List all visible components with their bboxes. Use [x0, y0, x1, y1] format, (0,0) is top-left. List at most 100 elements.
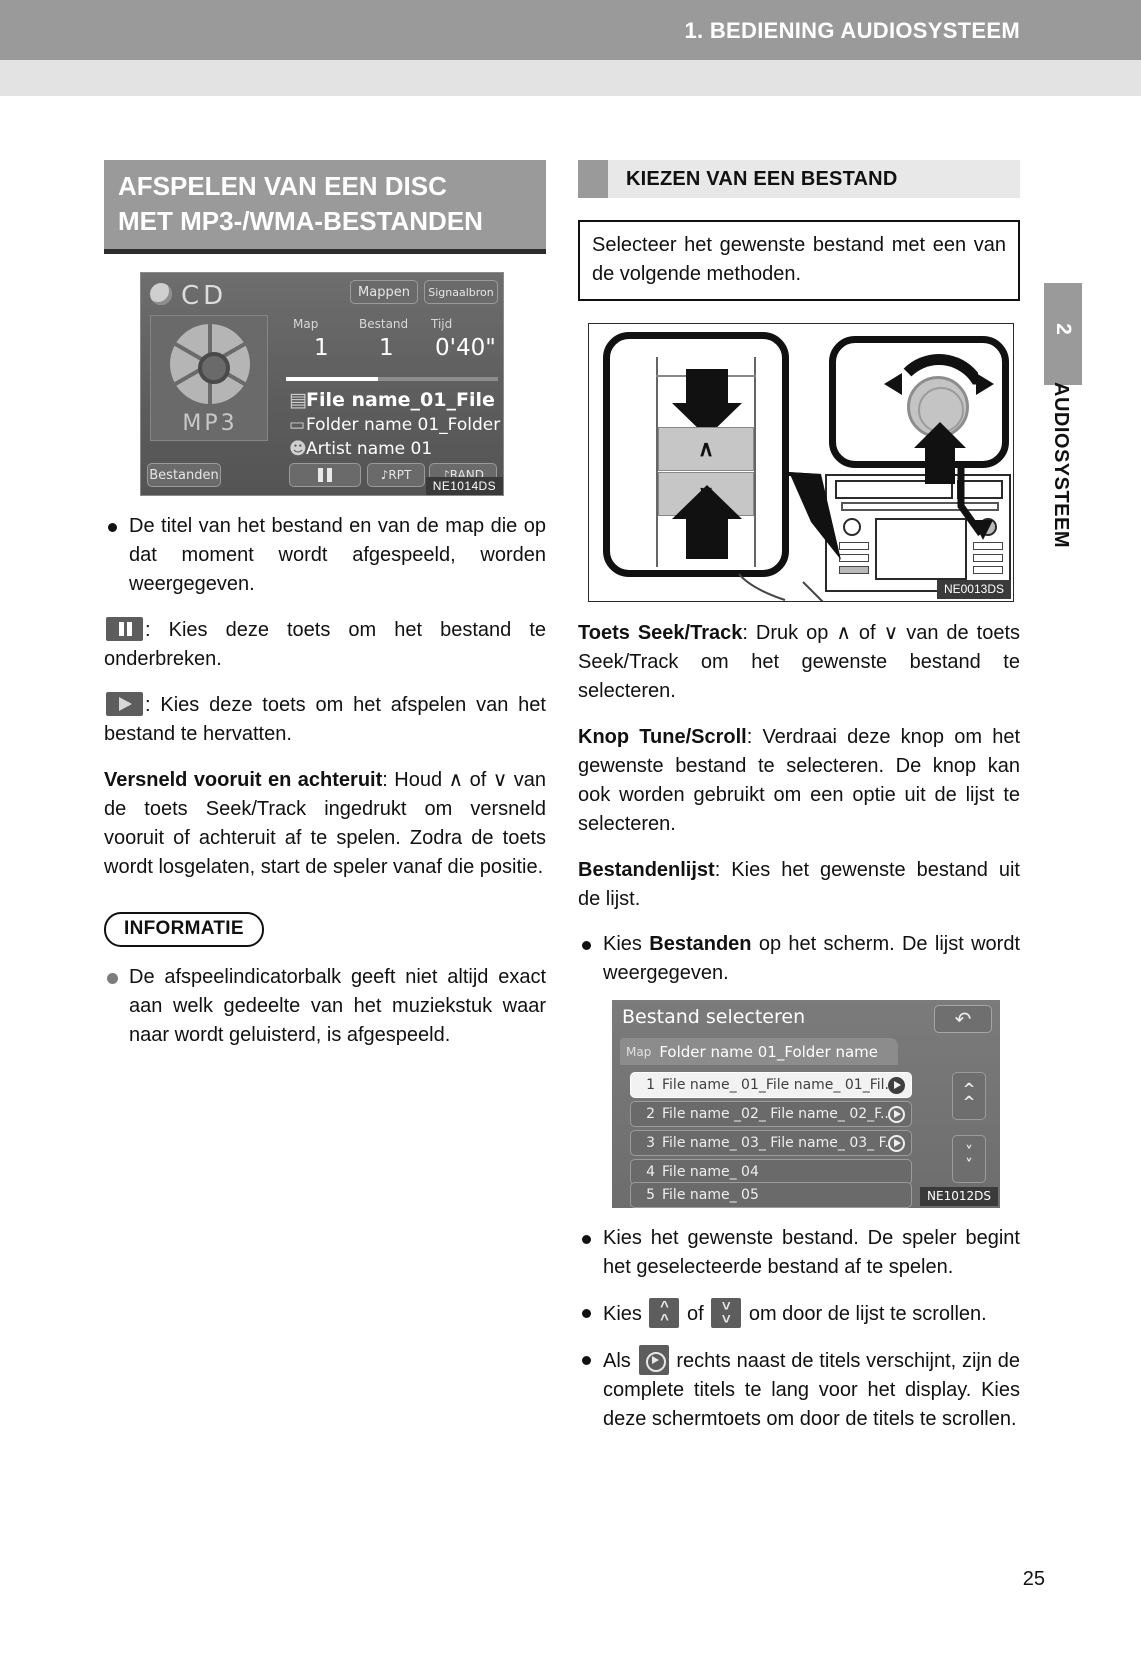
head-unit-folder-name: Folder name 01_Folder nam	[306, 415, 503, 435]
dash-keys-right	[973, 542, 1003, 582]
pause-icon	[318, 468, 332, 482]
playback-progress-fill	[286, 377, 378, 381]
bullet-scroll-pre: Kies	[603, 1303, 648, 1325]
seek-track-callout: ∧ ∨	[603, 332, 789, 577]
back-arrow-icon[interactable]: ↶	[934, 1005, 992, 1033]
intro-text: Selecteer het gewenste bestand met een v…	[592, 234, 1006, 285]
bullet-kies-pre: Kies	[603, 933, 650, 955]
scroll-down-icon: ˅ ˅	[711, 1298, 742, 1328]
scroll-up-icon[interactable]: ^ ^	[952, 1072, 986, 1120]
dash-knob-right	[979, 518, 997, 536]
dash-knob-left	[843, 518, 861, 536]
file-select-figure: Bestand selecteren ↶ Map Folder name 01_F…	[612, 1000, 1000, 1208]
list-item[interactable]: 3 File name_ 03_ File name_ 03_ F...	[630, 1130, 912, 1156]
bullet-arrow-pre: Als	[603, 1350, 637, 1372]
figure-code: NE1014DS	[425, 477, 503, 495]
right-column: KIEZEN VAN EEN BESTAND Selecteer het gew…	[578, 160, 1020, 1434]
dash-key	[839, 542, 869, 550]
dash-key	[973, 542, 1003, 550]
bullet-scroll-mid: of	[681, 1303, 710, 1325]
seek-up-button[interactable]: ∧	[658, 427, 754, 471]
seek-track-label: Toets Seek/Track	[578, 622, 743, 644]
dash-key	[973, 566, 1003, 574]
pause-icon	[106, 617, 143, 641]
subsection-title: KIEZEN VAN EEN BESTAND	[626, 167, 898, 190]
row-name: File name_ 01_File name_ 01_Fil...	[662, 1077, 888, 1093]
arrow-up-shaft-icon	[686, 517, 728, 559]
scroll-down-icon[interactable]: ˅ ˅	[952, 1135, 986, 1183]
dashboard-illustration	[825, 474, 1011, 592]
list-item[interactable]: 2 File name _02_ File name_ 02_F...	[630, 1101, 912, 1127]
scroll-title-arrow-icon[interactable]	[888, 1076, 905, 1094]
head-unit-signaalbron-button[interactable]: Signaalbron	[424, 280, 498, 304]
head-unit-rpt-button[interactable]: ♪ RPT	[367, 463, 425, 487]
file-list-instruction: Bestandenlijst: Kies het gewenste bestan…	[578, 856, 1020, 914]
scroll-title-arrow-icon	[638, 1345, 669, 1375]
play-instruction: : Kies deze toets om het afspelen van he…	[104, 691, 546, 749]
seek-track-panel: ∧ ∨	[656, 357, 756, 567]
informatie-list: De afspeelindicatorbalk geeft niet altij…	[104, 963, 546, 1050]
section-tab-number: 2	[1052, 323, 1075, 335]
section-title: AFSPELEN VAN EEN DISC MET MP3-/WMA-BESTA…	[104, 160, 546, 254]
head-unit-bestanden-button[interactable]: Bestanden	[147, 463, 221, 487]
head-unit-figure: CD Mappen Signaalbron MP3 Map Bestand Ti…	[140, 272, 504, 496]
head-unit-map-label: Map	[293, 317, 319, 331]
page-header-band: 1. BEDIENING AUDIOSYSTEEM	[0, 0, 1141, 60]
file-select-title: Bestand selecteren	[622, 1006, 806, 1028]
head-unit-source-label: CD	[181, 281, 228, 311]
row-number: 1	[646, 1077, 655, 1093]
list-item: Kies het gewenste bestand. De speler beg…	[578, 1224, 1020, 1282]
head-unit-file-name: File name_01_File na	[306, 389, 503, 411]
section-title-line1: AFSPELEN VAN EEN DISC	[118, 171, 447, 201]
row-name: File name _02_ File name_ 02_F...	[662, 1106, 888, 1122]
scroll-title-arrow-icon[interactable]	[888, 1134, 905, 1152]
list-item: De afspeelindicatorbalk geeft niet altij…	[104, 963, 546, 1050]
head-unit-mappen-button[interactable]: Mappen	[350, 280, 418, 304]
row-name: File name_ 05	[662, 1187, 759, 1203]
head-unit-pause-button[interactable]	[289, 463, 361, 487]
dash-disc-slot	[841, 502, 999, 511]
bullet-kies-bold: Bestanden	[649, 933, 752, 955]
list-item[interactable]: 1 File name_ 01_File name_ 01_Fil...	[630, 1072, 912, 1098]
dash-keys-left	[839, 542, 869, 582]
head-unit-file-row: ▤File name_01_File na	[289, 389, 503, 411]
row-name: File name_ 03_ File name_ 03_ F...	[662, 1135, 888, 1151]
dash-vent-right	[957, 480, 1003, 499]
head-unit-rpt-label: RPT	[388, 468, 412, 482]
tune-scroll-instruction: Knop Tune/Scroll: Verdraai deze knop om …	[578, 723, 1020, 839]
header-subband	[0, 60, 1141, 96]
pause-instruction: : Kies deze toets om het bestand te onde…	[104, 616, 546, 674]
scroll-up-icon: ^ ^	[649, 1298, 680, 1328]
chapter-title: 1. BEDIENING AUDIOSYSTEEM	[684, 18, 1020, 43]
folder-name: Folder name 01_Folder name	[659, 1042, 879, 1061]
subsection-header: KIEZEN VAN EEN BESTAND	[578, 160, 1020, 198]
list-item[interactable]: 5 File name_ 05	[630, 1182, 912, 1208]
tune-scroll-label: Knop Tune/Scroll	[578, 726, 747, 748]
artist-icon: ☻	[289, 439, 307, 459]
head-unit-tijd-value: 0'40"	[435, 335, 496, 361]
folder-map-label: Map	[626, 1044, 652, 1059]
row-name: File name_ 04	[662, 1164, 759, 1180]
subsection-swatch	[578, 160, 608, 198]
row-number: 5	[646, 1187, 655, 1203]
figure-code: NE1012DS	[920, 1187, 998, 1206]
list-item: Als rechts naast de titels verschijnt, z…	[578, 1345, 1020, 1434]
bullet-scroll-post: om door de lijst te scrollen.	[743, 1303, 987, 1325]
seek-track-instruction: Toets Seek/Track: Druk op ∧ of ∨ van de …	[578, 619, 1020, 706]
head-unit-artist-name: Artist name 01	[306, 439, 433, 459]
left-column: AFSPELEN VAN EEN DISC MET MP3-/WMA-BESTA…	[104, 160, 546, 1050]
dash-key	[973, 554, 1003, 562]
head-unit-map-value: 1	[314, 335, 329, 361]
play-instruction-text: : Kies deze toets om het afspelen van he…	[104, 694, 546, 745]
section-tab-box: 2	[1044, 283, 1082, 385]
pause-instruction-text: : Kies deze toets om het bestand te onde…	[104, 619, 546, 670]
play-icon	[106, 692, 143, 716]
page-number: 25	[1022, 1568, 1045, 1590]
row-number: 4	[646, 1164, 655, 1180]
scroll-title-arrow-icon[interactable]	[888, 1105, 905, 1123]
fast-forward-label: Versneld vooruit en achteruit	[104, 769, 383, 791]
head-unit-bestand-value: 1	[379, 335, 394, 361]
head-unit-disc-art: MP3	[150, 315, 268, 441]
signal-source-globe-icon	[150, 283, 172, 305]
section-tab-label: AUDIOSYSTEEM	[1050, 382, 1072, 549]
